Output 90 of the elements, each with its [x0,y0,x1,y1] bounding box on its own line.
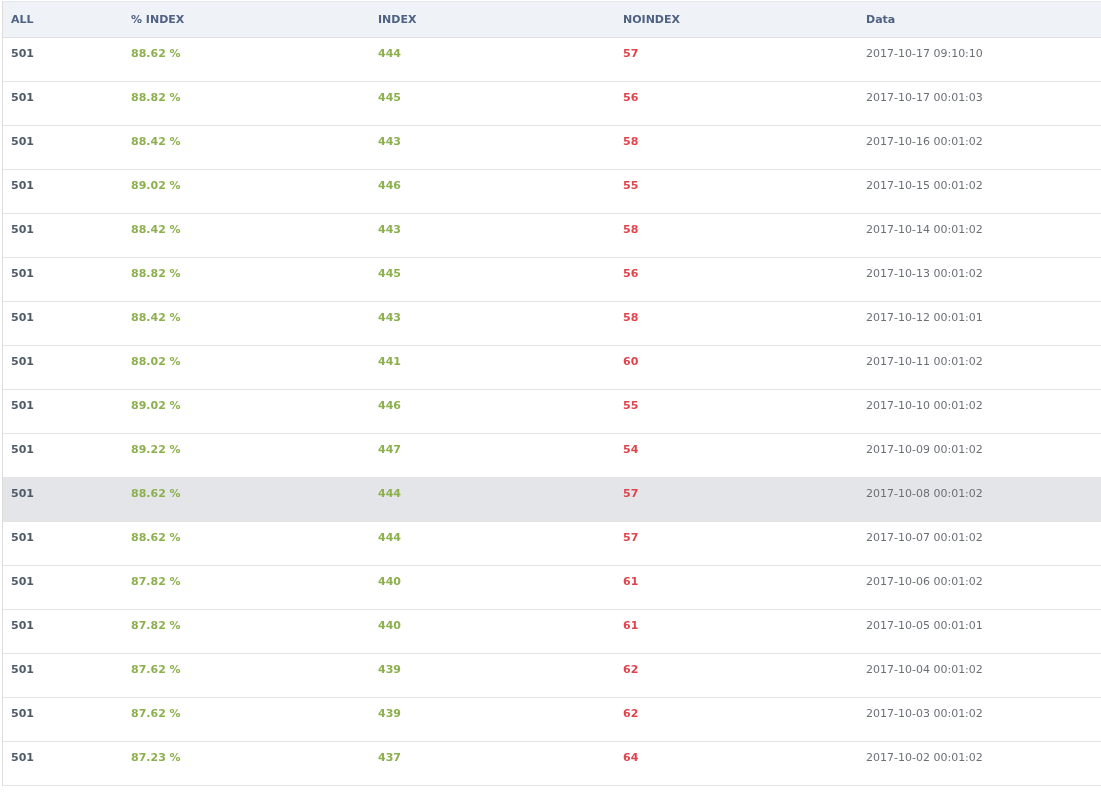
table-cell: 2017-10-14 00:01:02 [866,223,983,236]
table-cell: 439 [378,663,401,676]
table-cell: 2017-10-03 00:01:02 [866,707,983,720]
table-cell: 58 [623,223,639,236]
table-cell: 501 [11,399,34,412]
table-cell: 501 [11,355,34,368]
table-cell: 447 [378,443,401,456]
table-cell: 61 [623,619,639,632]
table-cell: 56 [623,267,639,280]
table-cell: 2017-10-15 00:01:02 [866,179,983,192]
table-cell: 57 [623,47,639,60]
table-cell: 501 [11,47,34,60]
table-cell: 2017-10-04 00:01:02 [866,663,983,676]
table-cell: 501 [11,443,34,456]
table-cell: 54 [623,443,639,456]
table-cell: 501 [11,223,34,236]
table-cell: 88.42 % [131,311,181,324]
table-cell: 88.42 % [131,223,181,236]
table-cell: 89.02 % [131,179,181,192]
table-cell: 55 [623,179,639,192]
table-cell: 88.62 % [131,531,181,544]
table-cell: 501 [11,663,34,676]
table-cell: 446 [378,179,401,192]
table-cell: 501 [11,707,34,720]
table-cell: 501 [11,487,34,500]
table-cell: 2017-10-13 00:01:02 [866,267,983,280]
table-cell: 57 [623,531,639,544]
table-cell: 87.23 % [131,751,181,764]
table-cell: 501 [11,311,34,324]
column-header: NOINDEX [622,13,681,26]
table-cell: 58 [623,311,639,324]
table-cell: 501 [11,91,34,104]
table-cell: 439 [378,707,401,720]
table-cell: 444 [378,531,401,544]
table-cell: 2017-10-17 09:10:10 [866,47,983,60]
table-cell: 62 [623,707,639,720]
table-cell: 61 [623,575,639,588]
table-cell: 56 [623,91,639,104]
table-cell: 501 [11,531,34,544]
table-cell: 440 [378,619,401,632]
table-cell: 2017-10-17 00:01:03 [866,91,983,104]
table-cell: 443 [378,135,401,148]
table-cell: 2017-10-07 00:01:02 [866,531,983,544]
table-cell: 88.42 % [131,135,181,148]
table-cell: 501 [11,575,34,588]
column-header: INDEX [377,13,418,26]
table-cell: 501 [11,179,34,192]
table-cell: 2017-10-12 00:01:01 [866,311,983,324]
table-cell: 2017-10-05 00:01:01 [866,619,983,632]
table-cell: 88.62 % [131,47,181,60]
table-cell: 58 [623,135,639,148]
table-cell: 88.82 % [131,91,181,104]
table-cell: 440 [378,575,401,588]
table-cell: 2017-10-11 00:01:02 [866,355,983,368]
table-cell: 437 [378,751,401,764]
column-header: Data [865,13,897,26]
table-cell: 445 [378,91,401,104]
table-cell: 2017-10-02 00:01:02 [866,751,983,764]
table-cell: 88.82 % [131,267,181,280]
table-cell: 501 [11,751,34,764]
table-cell: 444 [378,487,401,500]
table-cell: 501 [11,619,34,632]
table-cell: 501 [11,135,34,148]
table-cell: 89.02 % [131,399,181,412]
table-cell: 444 [378,47,401,60]
table-cell: 88.02 % [131,355,181,368]
table-cell: 2017-10-09 00:01:02 [866,443,983,456]
table-cell: 443 [378,311,401,324]
table-cell: 2017-10-16 00:01:02 [866,135,983,148]
column-header: % INDEX [130,13,186,26]
table-cell: 501 [11,267,34,280]
table-cell: 441 [378,355,401,368]
table-cell: 57 [623,487,639,500]
table-cell: 87.62 % [131,663,181,676]
table-cell: 87.82 % [131,575,181,588]
table-cell: 87.62 % [131,707,181,720]
table-cell: 64 [623,751,639,764]
column-header: ALL [10,13,35,26]
table-cell: 445 [378,267,401,280]
table-cell: 55 [623,399,639,412]
table-cell: 60 [623,355,639,368]
table-cell: 446 [378,399,401,412]
table-cell: 89.22 % [131,443,181,456]
table-cell: 62 [623,663,639,676]
table-cell: 87.82 % [131,619,181,632]
table-cell: 2017-10-06 00:01:02 [866,575,983,588]
table-cell: 443 [378,223,401,236]
table-cell: 2017-10-08 00:01:02 [866,487,983,500]
table-cell: 2017-10-10 00:01:02 [866,399,983,412]
table-cell: 88.62 % [131,487,181,500]
